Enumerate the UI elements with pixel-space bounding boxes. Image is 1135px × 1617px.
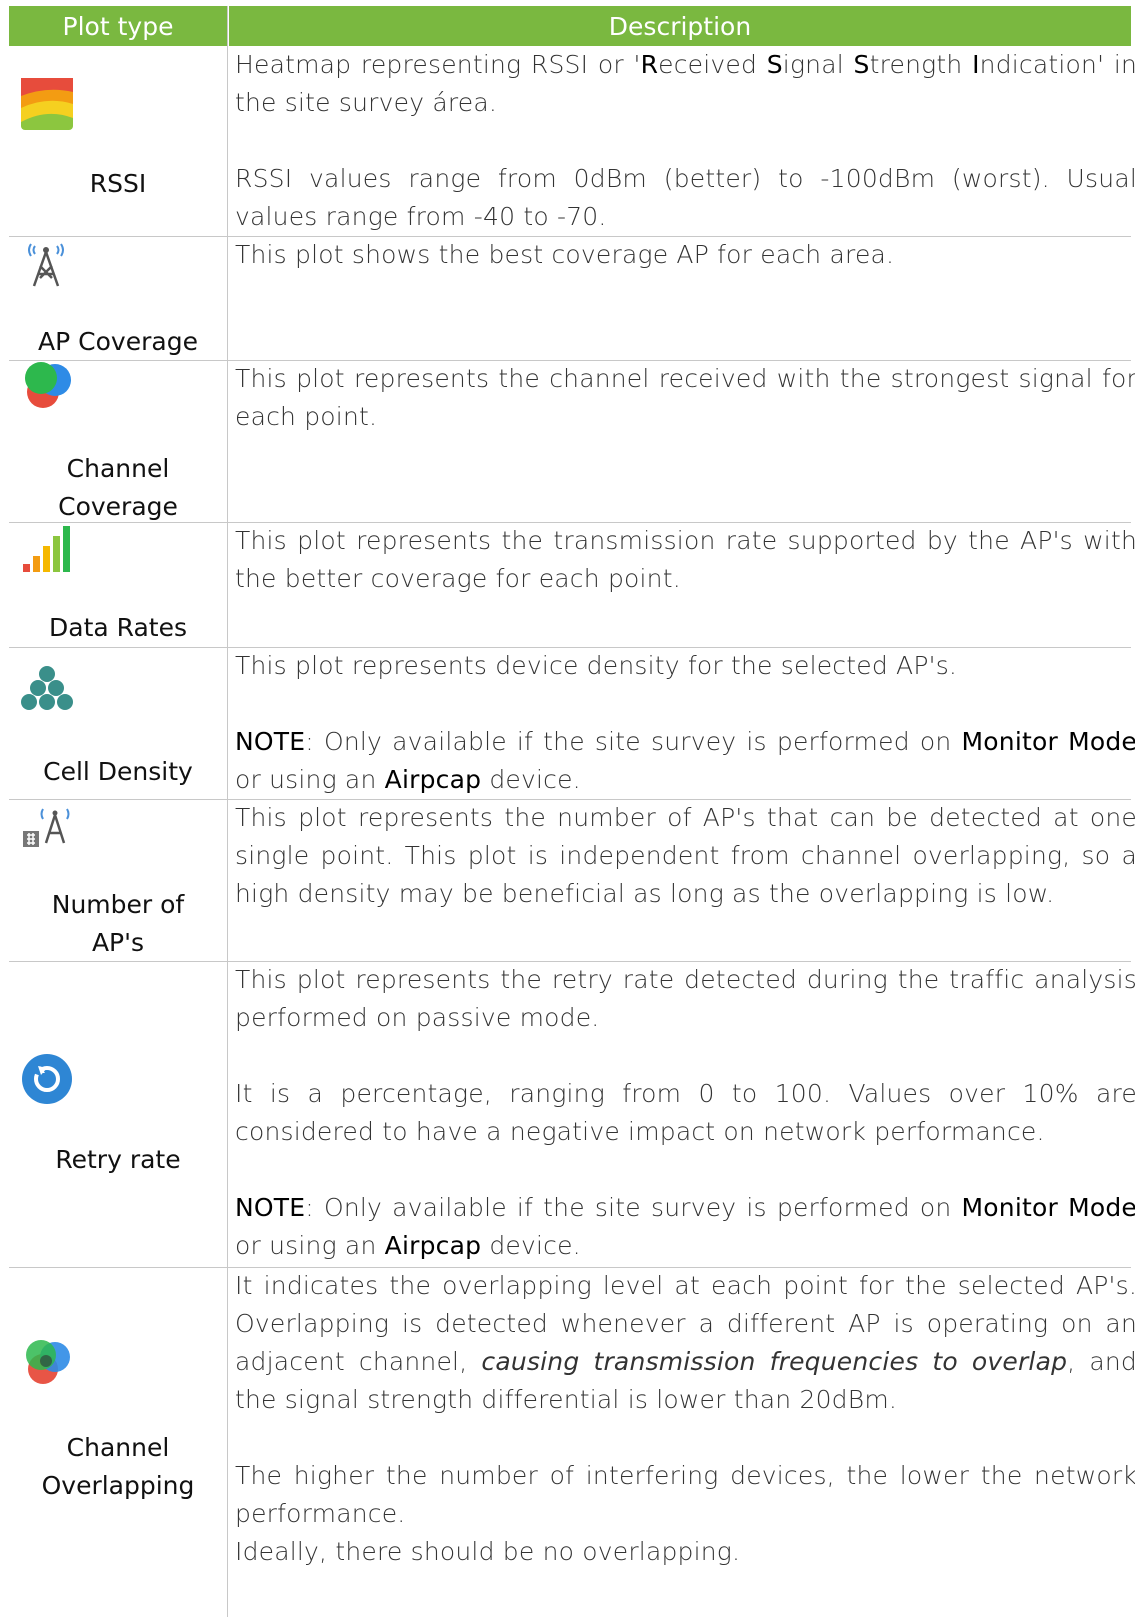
description-paragraph: This plot shows the best coverage AP for… [235, 236, 1135, 274]
description-text: device. [481, 1231, 581, 1260]
description-cell: This plot represents the number of AP's … [235, 799, 1135, 913]
description-text: This plot represents the number of AP's … [235, 803, 1135, 908]
description-cell: It indicates the overlapping level at ea… [235, 1267, 1135, 1571]
description-paragraph: Heatmap representing RSSI or 'Received S… [235, 46, 1135, 122]
table-row: RSSI Heatmap representing RSSI or 'Recei… [9, 46, 1135, 237]
description-text: Heatmap representing RSSI or ' [235, 50, 641, 79]
description-text: The higher the number of interfering dev… [235, 1461, 1135, 1528]
type-cell: Channel Overlapping [9, 1267, 227, 1611]
description-text: Ideally, there should be no overlapping. [235, 1537, 741, 1566]
description-text: ignal [782, 50, 854, 79]
emphasis-text: S [853, 50, 870, 79]
description-cell: This plot represents the retry rate dete… [235, 961, 1135, 1265]
description-text: This plot represents the retry rate dete… [235, 965, 1135, 1032]
description-text: This plot represents the transmission ra… [235, 526, 1135, 593]
emphasis-text: Monitor Mode [961, 1193, 1135, 1222]
type-cell: RSSI [9, 46, 227, 236]
description-cell: This plot represents the channel receive… [235, 360, 1135, 436]
description-paragraph: It indicates the overlapping level at ea… [235, 1267, 1135, 1419]
header-description: Description [229, 6, 1131, 46]
type-cell: Data Rates [9, 522, 227, 647]
table-row: Data Rates This plot represents the tran… [9, 522, 1135, 648]
signal-bars-icon [21, 526, 73, 578]
ap-count-icon [21, 803, 73, 857]
description-cell: This plot represents the transmission ra… [235, 522, 1135, 598]
description-cell: This plot represents device density for … [235, 647, 1135, 799]
description-paragraph: RSSI values range from 0dBm (better) to … [235, 160, 1135, 236]
description-paragraph: This plot represents the channel receive… [235, 360, 1135, 436]
antenna-tower-icon [21, 236, 71, 294]
overlap-circles-icon [21, 1337, 75, 1393]
emphasis-text: NOTE [235, 727, 306, 756]
description-paragraph: This plot represents the number of AP's … [235, 799, 1135, 913]
hexagon-cluster-icon [21, 665, 73, 715]
type-label: AP Coverage [38, 327, 198, 356]
header-plot-type: Plot type [9, 6, 227, 46]
table-row: Number of AP's This plot represents the … [9, 799, 1135, 962]
description-cell: Heatmap representing RSSI or 'Received S… [235, 46, 1135, 236]
description-paragraph: NOTE: Only available if the site survey … [235, 723, 1135, 799]
description-text: This plot represents device density for … [235, 651, 958, 680]
type-label: RSSI [89, 169, 147, 198]
table-row: Channel Coverage This plot represents th… [9, 360, 1135, 523]
emphasis-text: R [640, 50, 659, 79]
channel-circles-icon [21, 362, 75, 416]
description-paragraph: NOTE: Only available if the site survey … [235, 1189, 1135, 1265]
emphasis-text: S [766, 50, 783, 79]
description-paragraph: The higher the number of interfering dev… [235, 1457, 1135, 1571]
retry-circle-icon [21, 1053, 73, 1109]
description-text: RSSI values range from 0dBm (better) to … [235, 164, 1135, 231]
description-text: eceived [658, 50, 767, 79]
type-cell: Channel Coverage [9, 360, 227, 522]
description-text: causing transmission frequencies to over… [481, 1347, 1068, 1376]
table-row: Cell Density This plot represents device… [9, 647, 1135, 800]
description-text: or using an [235, 765, 385, 794]
description-text: device. [481, 765, 581, 794]
rssi-heatmap-icon [21, 78, 73, 134]
type-label: Data Rates [49, 613, 187, 642]
description-text: It is a percentage, ranging from 0 to 10… [235, 1079, 1135, 1146]
type-label: Channel Coverage [58, 454, 178, 521]
type-label: Number of AP's [51, 890, 185, 957]
type-cell: Retry rate [9, 961, 227, 1267]
type-cell: Cell Density [9, 647, 227, 799]
type-label: Channel Overlapping [41, 1433, 195, 1500]
emphasis-text: Monitor Mode [961, 727, 1135, 756]
description-cell: This plot shows the best coverage AP for… [235, 236, 1135, 274]
type-cell: AP Coverage [9, 236, 227, 360]
emphasis-text: Airpcap [384, 1231, 482, 1260]
description-text: This plot represents the channel receive… [235, 364, 1135, 431]
type-cell: Number of AP's [9, 799, 227, 961]
description-paragraph: This plot represents device density for … [235, 647, 1135, 685]
emphasis-text: Airpcap [384, 765, 482, 794]
description-text: This plot shows the best coverage AP for… [235, 240, 895, 269]
table-row: Channel Overlapping It indicates the ove… [9, 1267, 1135, 1611]
table-row: Retry rate This plot represents the retr… [9, 961, 1135, 1268]
description-text: trength [869, 50, 973, 79]
emphasis-text: I [972, 50, 980, 79]
emphasis-text: NOTE [235, 1193, 306, 1222]
description-text: : Only available if the site survey is p… [305, 727, 962, 756]
type-label: Retry rate [55, 1145, 181, 1174]
description-paragraph: It is a percentage, ranging from 0 to 10… [235, 1075, 1135, 1151]
table-row: AP Coverage This plot shows the best cov… [9, 236, 1131, 361]
description-text: : Only available if the site survey is p… [305, 1193, 962, 1222]
description-paragraph: This plot represents the retry rate dete… [235, 961, 1135, 1037]
description-paragraph: This plot represents the transmission ra… [235, 522, 1135, 598]
type-label: Cell Density [43, 757, 193, 786]
description-text: or using an [235, 1231, 385, 1260]
